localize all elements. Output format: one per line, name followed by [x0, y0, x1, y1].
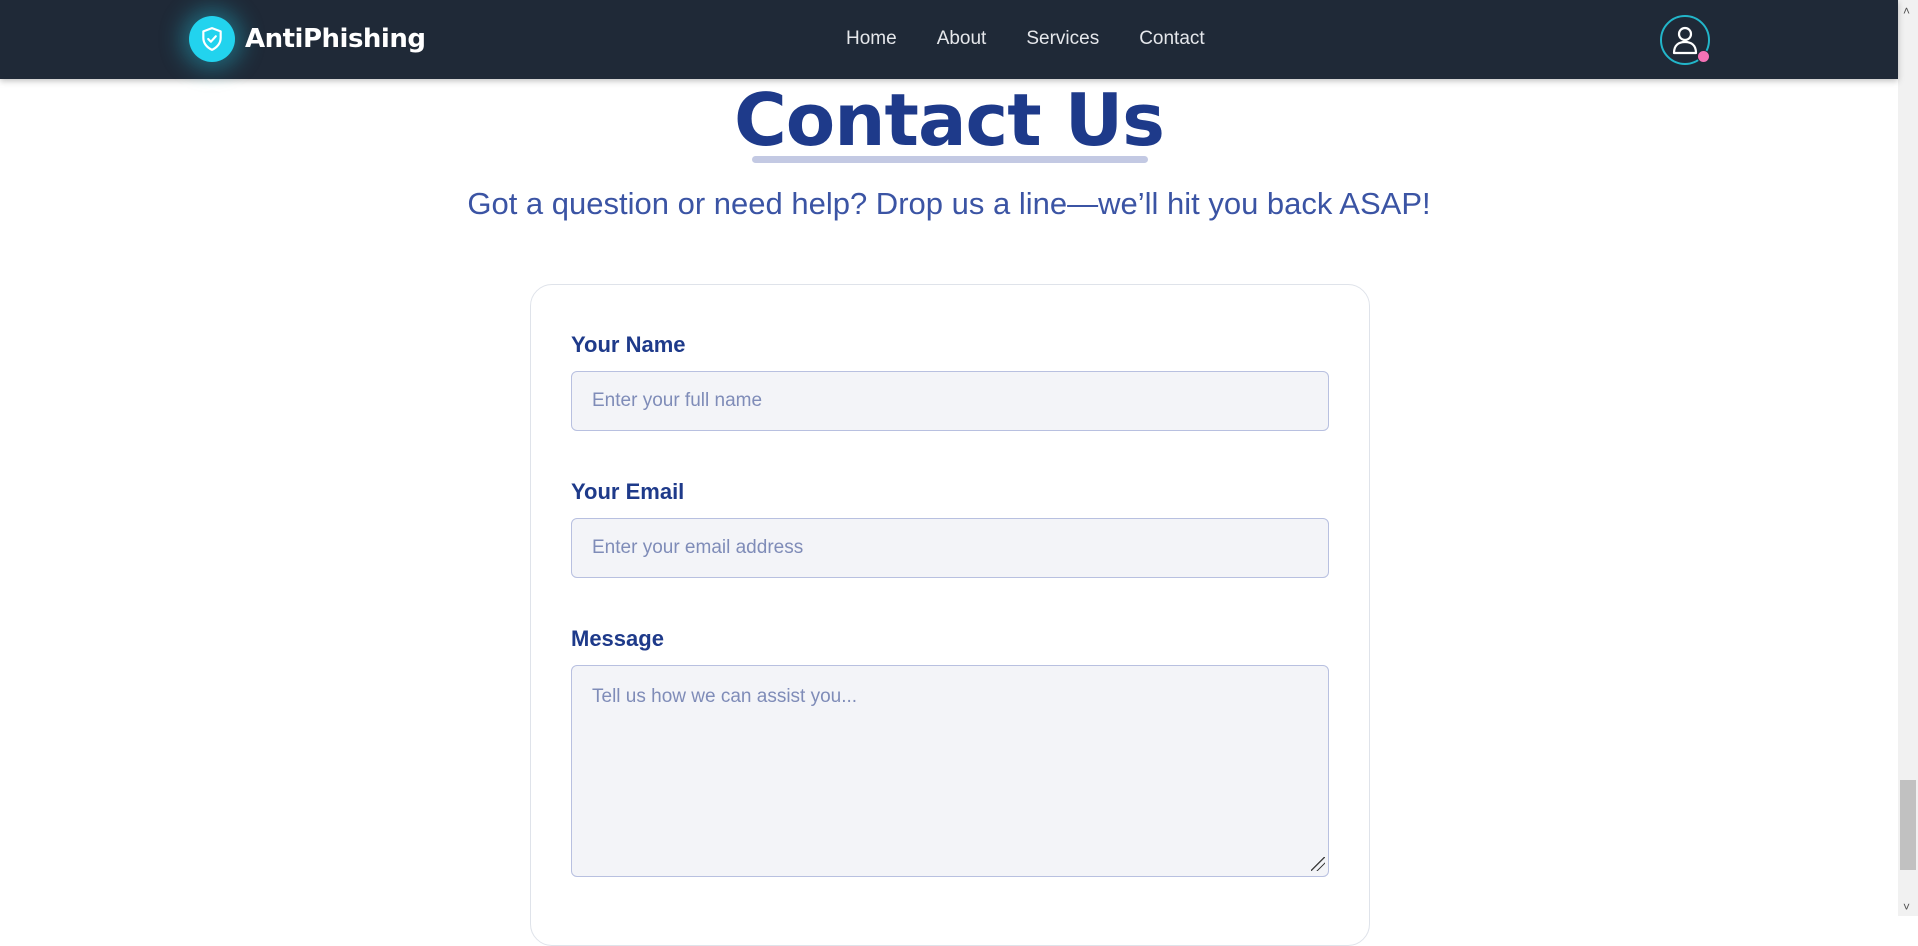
nav-link-about[interactable]: About [937, 28, 987, 50]
user-icon [1672, 26, 1698, 55]
notification-dot [1697, 50, 1710, 63]
email-input[interactable] [571, 518, 1329, 578]
page-title: Contact Us [733, 78, 1165, 162]
message-textarea[interactable] [571, 665, 1329, 877]
scrollbar-thumb[interactable] [1900, 780, 1916, 870]
brand-name: AntiPhishing [245, 24, 426, 54]
brand[interactable]: AntiPhishing [189, 16, 426, 62]
contact-form-card: Your Name Your Email Message [530, 284, 1370, 946]
nav-links: Home About Services Contact [846, 28, 1245, 50]
resize-grip-icon[interactable] [1311, 857, 1325, 871]
email-label: Your Email [571, 479, 685, 504]
navbar: AntiPhishing Home About Services Contact [0, 0, 1898, 79]
user-avatar-button[interactable] [1660, 15, 1710, 65]
title-underline [752, 156, 1148, 163]
shield-check-icon [189, 16, 235, 62]
message-label: Message [571, 626, 664, 651]
nav-link-home[interactable]: Home [846, 28, 897, 50]
name-input[interactable] [571, 371, 1329, 431]
page-subtitle: Got a question or need help? Drop us a l… [467, 186, 1431, 221]
nav-link-services[interactable]: Services [1026, 28, 1099, 50]
nav-link-contact[interactable]: Contact [1139, 28, 1204, 50]
scroll-up-arrow-icon[interactable]: ˄ [1903, 4, 1910, 18]
name-label: Your Name [571, 332, 686, 357]
scroll-down-arrow-icon[interactable]: ˅ [1903, 900, 1910, 914]
page-scrollbar[interactable]: ˄ ˅ [1898, 0, 1918, 916]
